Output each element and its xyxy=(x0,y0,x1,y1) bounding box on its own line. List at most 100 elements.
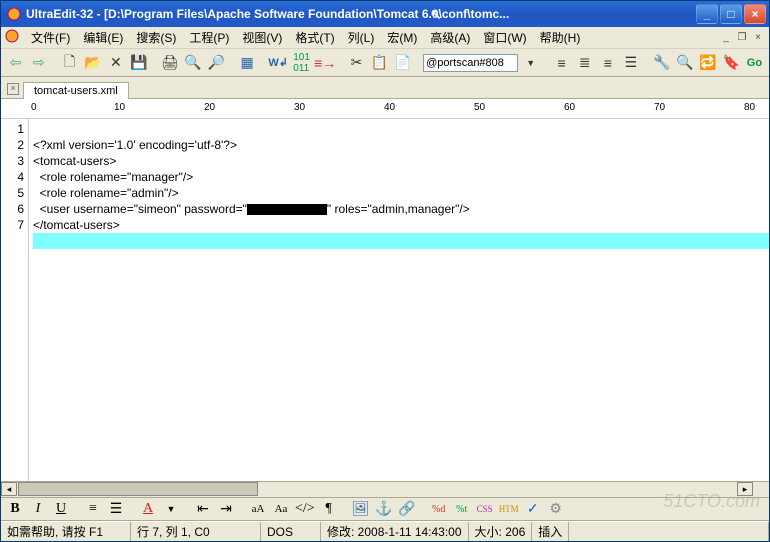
code-line: <role rolename="admin"/> xyxy=(33,186,179,200)
underline-button[interactable]: U xyxy=(51,499,71,519)
menu-search[interactable]: 搜索(S) xyxy=(130,26,182,49)
ruler-mark-60: 60 xyxy=(564,102,575,113)
case-lower-button[interactable]: aA xyxy=(248,499,268,519)
redacted-password xyxy=(247,204,327,215)
hex-button[interactable]: 101011 xyxy=(291,52,312,74)
outdent-button[interactable]: ⇤ xyxy=(193,499,213,519)
search-field[interactable] xyxy=(423,54,518,72)
font-color-button[interactable]: A xyxy=(138,499,158,519)
cut-button[interactable]: ✂ xyxy=(346,52,367,74)
save-button[interactable]: 💾 xyxy=(128,52,149,74)
status-help: 如需帮助, 请按 F1 xyxy=(1,522,131,541)
menu-column[interactable]: 列(L) xyxy=(342,26,381,49)
copy-button[interactable]: 📋 xyxy=(369,52,390,74)
find-text-button[interactable]: 🔍 xyxy=(674,52,695,74)
indent-button[interactable]: ≡→ xyxy=(314,52,336,74)
find-button[interactable]: 🔎 xyxy=(206,52,227,74)
maximize-button[interactable]: □ xyxy=(720,4,742,24)
bold-button[interactable]: B xyxy=(5,499,25,519)
app-window: UltraEdit-32 - [D:\Program Files\Apache … xyxy=(0,0,770,542)
case-upper-button[interactable]: Aa xyxy=(271,499,291,519)
horizontal-scrollbar[interactable]: ◂ ▸ xyxy=(1,481,769,497)
para-button[interactable]: ¶ xyxy=(319,499,339,519)
new-button[interactable]: 🗋 xyxy=(59,52,80,74)
ruler: 0 10 20 30 40 50 60 70 80 xyxy=(1,99,769,119)
list-ol-button[interactable]: ≡ xyxy=(83,499,103,519)
mdi-minimize-button[interactable]: _ xyxy=(719,31,733,45)
align-left-button[interactable]: ≡ xyxy=(551,52,572,74)
list-ul-button[interactable]: ☰ xyxy=(106,499,126,519)
indent-right-button[interactable]: ⇥ xyxy=(216,499,236,519)
status-position: 行 7, 列 1, C0 xyxy=(131,522,261,541)
css-button[interactable]: CSS xyxy=(475,499,495,519)
justify-button[interactable]: ☰ xyxy=(620,52,641,74)
tag-button[interactable]: </> xyxy=(294,499,316,519)
menu-macro[interactable]: 宏(M) xyxy=(381,26,423,49)
bookmark-icon[interactable]: 🔖 xyxy=(721,52,742,74)
status-modified: 修改: 2008-1-11 14:43:00 xyxy=(321,522,469,541)
validate-button[interactable]: ✓ xyxy=(523,499,543,519)
code-line: <role rolename="manager"/> xyxy=(33,170,193,184)
scroll-right-button[interactable]: ▸ xyxy=(737,482,753,496)
menu-format[interactable]: 格式(T) xyxy=(289,26,340,49)
mdi-restore-button[interactable]: ❐ xyxy=(735,31,749,45)
code-line: </tomcat-users> xyxy=(33,218,120,232)
settings-icon[interactable]: ⚙ xyxy=(546,499,566,519)
link-button[interactable]: 🔗 xyxy=(397,499,417,519)
close-button[interactable]: × xyxy=(744,4,766,24)
back-button[interactable]: ⇦ xyxy=(5,52,26,74)
menu-view[interactable]: 视图(V) xyxy=(236,26,288,49)
paste-button[interactable]: 📄 xyxy=(392,52,413,74)
time-button[interactable]: %t xyxy=(452,499,472,519)
replace-button[interactable]: 🔁 xyxy=(698,52,719,74)
ruler-mark-50: 50 xyxy=(474,102,485,113)
align-center-button[interactable]: ≣ xyxy=(574,52,595,74)
app-small-icon xyxy=(5,29,21,46)
ruler-mark-30: 30 xyxy=(294,102,305,113)
titlebar[interactable]: UltraEdit-32 - [D:\Program Files\Apache … xyxy=(1,1,769,27)
code-content[interactable]: <?xml version='1.0' encoding='utf-8'?> <… xyxy=(29,119,769,481)
menu-advanced[interactable]: 高级(A) xyxy=(424,26,476,49)
date-button[interactable]: %d xyxy=(429,499,449,519)
close-doc-button[interactable]: ✕ xyxy=(105,52,126,74)
anchor-icon[interactable]: ⚓ xyxy=(374,499,394,519)
menu-edit[interactable]: 编辑(E) xyxy=(77,26,129,49)
minimize-button[interactable]: _ xyxy=(696,4,718,24)
code-area[interactable]: 1234567 <?xml version='1.0' encoding='ut… xyxy=(1,119,769,481)
menu-project[interactable]: 工程(P) xyxy=(183,26,235,49)
editor: 0 10 20 30 40 50 60 70 80 1234567 <?xml … xyxy=(1,99,769,497)
ruler-mark-40: 40 xyxy=(384,102,395,113)
menu-window[interactable]: 窗口(W) xyxy=(477,26,532,49)
dropdown-button[interactable]: ▼ xyxy=(520,52,541,74)
scroll-thumb[interactable] xyxy=(18,482,258,496)
italic-button[interactable]: I xyxy=(28,499,48,519)
mdi-close-button[interactable]: × xyxy=(751,31,765,45)
tab-bar: × tomcat-users.xml xyxy=(1,77,769,99)
print-button[interactable]: 🖨 xyxy=(159,52,180,74)
ruler-mark-10: 10 xyxy=(114,102,125,113)
scroll-left-button[interactable]: ◂ xyxy=(1,482,17,496)
format-toolbar: B I U ≡ ☰ A ▼ ⇤ ⇥ aA Aa </> ¶ 🖼 ⚓ 🔗 %d %… xyxy=(1,497,769,521)
image-button[interactable]: 🖼 xyxy=(351,499,371,519)
line-gutter: 1234567 xyxy=(1,119,29,481)
app-icon xyxy=(6,6,22,22)
go-button[interactable]: Go xyxy=(744,52,765,74)
open-button[interactable]: 📂 xyxy=(82,52,103,74)
code-line: <user username="simeon" password="" role… xyxy=(33,202,470,216)
align-right-button[interactable]: ≡ xyxy=(597,52,618,74)
tool-red-button[interactable]: 🔧 xyxy=(651,52,672,74)
html-button[interactable]: HTM xyxy=(498,499,520,519)
color-drop-button[interactable]: ▼ xyxy=(161,499,181,519)
status-spacer xyxy=(569,522,769,541)
ruler-mark-20: 20 xyxy=(204,102,215,113)
menu-file[interactable]: 文件(F) xyxy=(25,26,76,49)
file-tab[interactable]: tomcat-users.xml xyxy=(23,82,129,99)
wordwrap-button[interactable]: W↲ xyxy=(267,52,289,74)
ruler-mark-80: 80 xyxy=(744,102,755,113)
close-tab-button[interactable]: × xyxy=(7,83,19,95)
preview-button[interactable]: 🔍 xyxy=(182,52,203,74)
tool1-button[interactable]: ▦ xyxy=(237,52,258,74)
code-line: <tomcat-users> xyxy=(33,154,116,168)
forward-button[interactable]: ⇨ xyxy=(28,52,49,74)
menu-help[interactable]: 帮助(H) xyxy=(534,26,587,49)
